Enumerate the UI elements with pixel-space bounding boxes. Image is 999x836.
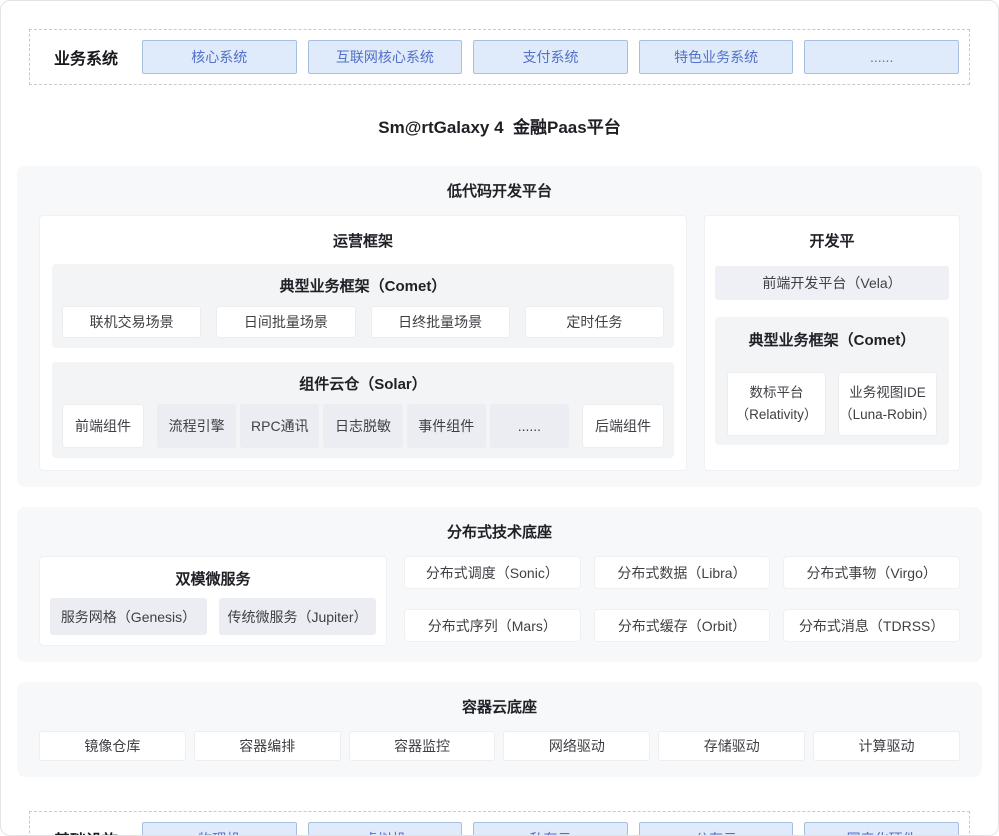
luna-robin-business-view-ide: 业务视图IDE （Luna-Robin） [838,372,937,436]
traditional-microservices-jupiter: 传统微服务（Jupiter） [219,598,376,635]
relativity-code: （Relativity） [736,404,818,426]
platform-architecture-diagram: 业务系统 核心系统 互联网核心系统 支付系统 特色业务系统 ...... Sm@… [0,0,999,836]
relativity-name: 数标平台 [750,382,804,404]
component-event: 事件组件 [407,404,486,448]
component-frontend: 前端组件 [62,404,144,448]
luna-robin-name: 业务视图IDE [849,382,926,404]
operation-framework-title: 运营框架 [52,230,674,251]
distributed-section-body: 双模微服务 服务网格（Genesis） 传统微服务（Jupiter） 分布式调度… [39,556,960,646]
business-systems-label: 业务系统 [30,45,142,69]
solar-component-cloud-card: 组件云仓（Solar） 前端组件 流程引擎 RPC通讯 日志脱敏 事件组件 ..… [52,362,674,458]
infra-virtual-machine: 虚拟机 [308,822,463,836]
dev-platform-title: 开发平 [715,230,949,251]
infrastructure-boxes: 物理机 虚拟机 私有云 公有云 国产化硬件 [142,822,959,836]
frontend-dev-platform-vela: 前端开发平台（Vela） [715,266,949,300]
business-system-core: 核心系统 [142,40,297,74]
container-monitoring: 容器监控 [349,731,496,761]
component-backend: 后端组件 [582,404,664,448]
comet-scenario-row: 联机交易场景 日间批量场景 日终批量场景 定时任务 [62,306,664,338]
luna-robin-code: （Luna-Robin） [839,404,936,426]
business-system-payment: 支付系统 [473,40,628,74]
infra-domestic-hardware: 国产化硬件 [804,822,959,836]
business-system-more: ...... [804,40,959,74]
component-process-engine: 流程引擎 [157,404,236,448]
distributed-data-libra: 分布式数据（Libra） [594,556,771,589]
comet-dev-tools-row: 数标平台 （Relativity） 业务视图IDE （Luna-Robin） [727,372,937,436]
solar-component-cloud-title: 组件云仓（Solar） [62,373,664,394]
scenario-end-of-day-batch: 日终批量场景 [371,306,510,338]
relativity-data-platform: 数标平台 （Relativity） [727,372,826,436]
infrastructure-label: 基础设施 [30,827,142,836]
infra-private-cloud: 私有云 [473,822,628,836]
comet-business-framework-card: 典型业务框架（Comet） 联机交易场景 日间批量场景 日终批量场景 定时任务 [52,264,674,348]
dev-platform-card: 开发平 前端开发平台（Vela） 典型业务框架（Comet） 数标平台 （Rel… [704,215,960,471]
dual-mode-microservices-card: 双模微服务 服务网格（Genesis） 传统微服务（Jupiter） [39,556,387,646]
component-rpc: RPC通讯 [240,404,319,448]
component-more: ...... [490,404,569,448]
storage-driver: 存储驱动 [658,731,805,761]
distributed-services-grid: 分布式调度（Sonic） 分布式数据（Libra） 分布式事物（Virgo） 分… [404,556,960,646]
network-driver: 网络驱动 [503,731,650,761]
business-system-special: 特色业务系统 [639,40,794,74]
container-cloud-title: 容器云底座 [39,696,960,717]
dual-mode-row: 服务网格（Genesis） 传统微服务（Jupiter） [50,598,376,635]
distributed-messaging-tdrss: 分布式消息（TDRSS） [783,609,960,642]
component-log-masking: 日志脱敏 [323,404,402,448]
compute-driver: 计算驱动 [813,731,960,761]
low-code-section-body: 运营框架 典型业务框架（Comet） 联机交易场景 日间批量场景 日终批量场景 … [39,215,960,471]
solar-component-row: 前端组件 流程引擎 RPC通讯 日志脱敏 事件组件 ...... 后端组件 [62,404,664,448]
comet-dev-framework-card: 典型业务框架（Comet） 数标平台 （Relativity） 业务视图IDE … [715,317,949,445]
infrastructure-row: 基础设施 物理机 虚拟机 私有云 公有云 国产化硬件 [29,811,970,836]
infra-physical-machine: 物理机 [142,822,297,836]
container-cloud-section: 容器云底座 镜像仓库 容器编排 容器监控 网络驱动 存储驱动 计算驱动 [17,682,982,777]
low-code-section-title: 低代码开发平台 [39,180,960,201]
comet-dev-framework-title: 典型业务框架（Comet） [727,329,937,350]
scenario-online-trading: 联机交易场景 [62,306,201,338]
scenario-scheduled-tasks: 定时任务 [525,306,664,338]
operation-framework-card: 运营框架 典型业务框架（Comet） 联机交易场景 日间批量场景 日终批量场景 … [39,215,687,471]
distributed-sequence-mars: 分布式序列（Mars） [404,609,581,642]
container-orchestration: 容器编排 [194,731,341,761]
business-systems-row: 业务系统 核心系统 互联网核心系统 支付系统 特色业务系统 ...... [29,29,970,85]
infra-public-cloud: 公有云 [639,822,794,836]
low-code-section: 低代码开发平台 运营框架 典型业务框架（Comet） 联机交易场景 日间批量场景… [17,166,982,487]
distributed-transaction-virgo: 分布式事物（Virgo） [783,556,960,589]
image-registry: 镜像仓库 [39,731,186,761]
scenario-daytime-batch: 日间批量场景 [216,306,355,338]
business-systems-boxes: 核心系统 互联网核心系统 支付系统 特色业务系统 ...... [142,40,959,74]
container-cloud-row: 镜像仓库 容器编排 容器监控 网络驱动 存储驱动 计算驱动 [39,731,960,761]
comet-business-framework-title: 典型业务框架（Comet） [62,275,664,296]
distributed-cache-orbit: 分布式缓存（Orbit） [594,609,771,642]
distributed-section: 分布式技术底座 双模微服务 服务网格（Genesis） 传统微服务（Jupite… [17,507,982,662]
distributed-scheduling-sonic: 分布式调度（Sonic） [404,556,581,589]
dual-mode-microservices-title: 双模微服务 [50,568,376,589]
business-system-internet-core: 互联网核心系统 [308,40,463,74]
distributed-section-title: 分布式技术底座 [39,521,960,542]
platform-title: Sm@rtGalaxy 4 金融Paas平台 [1,113,998,138]
service-mesh-genesis: 服务网格（Genesis） [50,598,207,635]
